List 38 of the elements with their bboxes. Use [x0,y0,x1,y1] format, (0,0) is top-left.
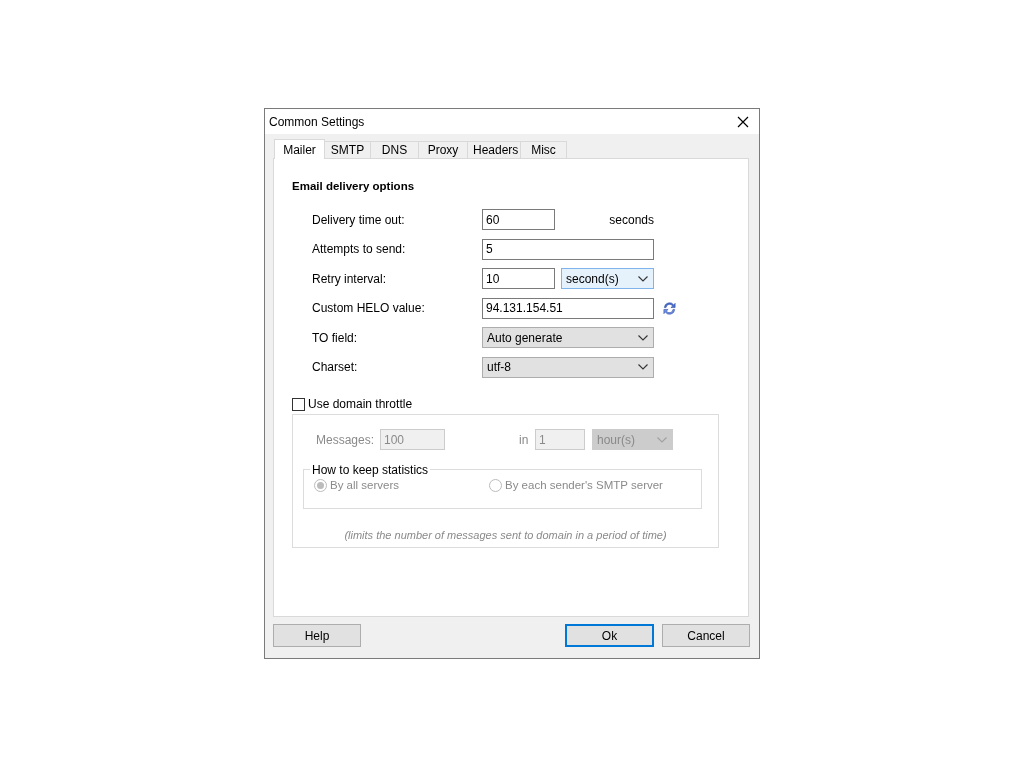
input-field[interactable]: 94.131.154.51 [482,297,654,319]
field-label: Attempts to send: [312,242,407,256]
input-field[interactable]: 60 [482,209,555,230]
radio-button[interactable] [489,478,502,492]
radio-button[interactable] [314,478,327,492]
chevron-down-icon [657,436,667,443]
section-title: Email delivery options [292,180,416,192]
field-label: in [519,432,530,447]
dialog-button[interactable]: Help [273,624,361,647]
radio-label: By each sender's SMTP server [505,479,663,491]
window-title: Common Settings [268,114,365,129]
chevron-down-icon [638,275,648,282]
checkbox[interactable] [292,397,305,411]
hint-text: (limits the number of messages sent to domain in a period of time) [343,528,668,541]
dialog-button[interactable]: Ok [565,624,654,647]
input-field[interactable]: 5 [482,238,654,260]
checkbox-label: Use domain throttle [308,397,413,411]
field-label: Charset: [312,360,359,374]
chevron-down-icon [638,364,648,370]
refresh-icon[interactable] [662,300,677,316]
group-title: How to keep statistics [311,462,430,477]
tab[interactable]: Mailer [274,139,325,159]
dropdown[interactable]: utf-8 [482,356,654,378]
dialog-button[interactable]: Cancel [662,624,750,647]
close-icon [737,115,749,128]
field-label: Retry interval: [312,271,388,286]
radio-label: By all servers [330,479,400,491]
input-field[interactable]: 10 [482,268,555,289]
field-label: Delivery time out: [312,212,406,227]
field-label: Custom HELO value: [312,301,426,315]
dropdown[interactable]: Auto generate [482,327,654,348]
tab[interactable]: Proxy [418,141,468,158]
dropdown[interactable]: second(s) [561,268,654,289]
unit-label: seconds [609,212,654,227]
field-label: TO field: [312,330,359,345]
tab[interactable]: Misc [520,141,567,158]
field-label: Messages: [314,432,375,447]
chevron-down-icon [638,334,648,341]
